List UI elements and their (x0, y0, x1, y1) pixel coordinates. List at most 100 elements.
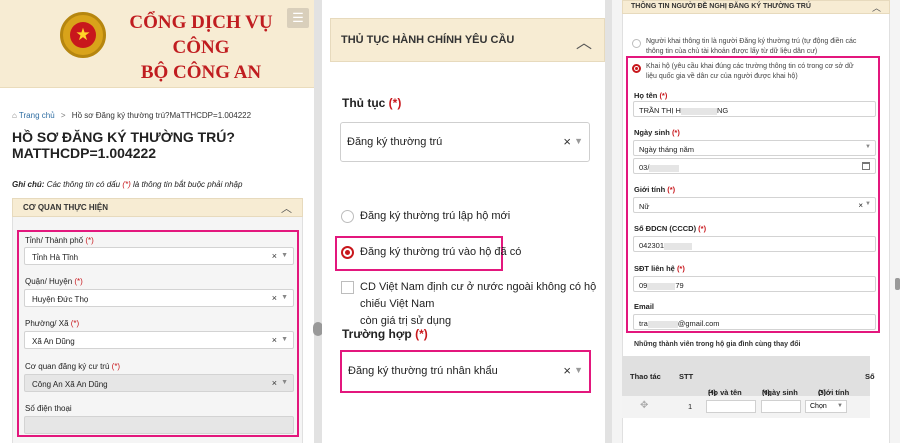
proxy-line1: Khai hộ (yêu cầu khai đúng các trường th… (646, 63, 854, 70)
overseas-checkbox[interactable] (341, 281, 354, 294)
chevron-down-icon[interactable]: ▼ (574, 136, 583, 146)
agency-section-title: CƠ QUAN THỰC HIỆN (23, 203, 109, 212)
office-value: Công An Xã An Dũng (32, 380, 108, 389)
agency-section-header[interactable]: CƠ QUAN THỰC HIỆN ︿ (12, 198, 303, 217)
breadcrumb: ⌂ Trang chủ > Hồ sơ Đăng ký thường trú?M… (12, 111, 251, 120)
required-note: Ghi chú: Các thông tin có dấu (*) là thô… (12, 180, 312, 189)
email-input[interactable]: tra @gmail.com (633, 314, 876, 330)
email-label: Email (634, 302, 655, 311)
clear-icon[interactable]: × (563, 363, 571, 378)
chevron-down-icon[interactable]: ▼ (574, 365, 583, 375)
applicant-section-title: THÔNG TIN NGƯỜI ĐỀ NGHỊ ĐĂNG KÝ THƯỜNG T… (631, 3, 811, 10)
police-emblem-icon: ★ (60, 12, 106, 58)
clear-icon[interactable]: × (272, 335, 277, 345)
agency-panel: ★ CỔNG DỊCH VỤ CÔNG BỘ CÔNG AN ☰ ⌂ Trang… (0, 0, 314, 443)
applicant-section-header[interactable]: THÔNG TIN NGƯỜI ĐỀ NGHỊ ĐĂNG KÝ THƯỜNG T… (622, 0, 890, 14)
contact-phone-value: 09 79 (639, 281, 684, 290)
chevron-down-icon[interactable]: ▼ (865, 144, 871, 150)
case-value: Đăng ký thường trú nhân khẩu (348, 365, 498, 377)
chevron-down-icon[interactable]: ▼ (865, 201, 871, 207)
clear-icon[interactable]: × (272, 293, 277, 303)
breadcrumb-home[interactable]: Trang chủ (19, 111, 55, 120)
chevron-down-icon[interactable]: ▼ (281, 336, 288, 343)
chevron-up-icon[interactable]: ︿ (576, 29, 592, 53)
clear-icon[interactable]: × (272, 378, 277, 388)
chevron-up-icon[interactable]: ︿ (872, 1, 881, 14)
phone-input[interactable] (24, 416, 294, 434)
gender-value: Nữ (639, 202, 650, 211)
office-select[interactable]: Công An Xã An Dũng × ▼ (24, 374, 294, 392)
col-more: Số (865, 372, 875, 381)
row-fullname-input[interactable] (706, 400, 756, 413)
note-prefix: Ghi chú: (12, 180, 45, 189)
case-select[interactable]: Đăng ký thường trú nhân khẩu × ▼ (342, 352, 589, 391)
contact-phone-input[interactable]: 09 79 (633, 276, 876, 292)
table-row: ✥ 1 Chọn ▼ (622, 396, 870, 418)
screenshot-collage: ★ CỔNG DỊCH VỤ CÔNG BỘ CÔNG AN ☰ ⌂ Trang… (0, 0, 900, 443)
site-title-line1: CỔNG DỊCH VỤ CÔNG (129, 12, 273, 58)
dob-label: Ngày sinh (*) (634, 128, 680, 137)
chevron-down-icon[interactable]: ▼ (281, 252, 288, 259)
office-label: Cơ quan đăng ký cư trú (*) (25, 362, 121, 371)
district-select[interactable]: Huyện Đức Thọ × ▼ (24, 289, 294, 307)
family-members-title: Những thành viên trong hộ gia đình cùng … (634, 341, 801, 348)
fullname-label: Họ tên (*) (634, 91, 668, 100)
gender-select[interactable]: Nữ × ▼ (633, 197, 876, 213)
province-value: Tỉnh Hà Tĩnh (32, 253, 79, 262)
clear-icon[interactable]: × (272, 251, 277, 261)
radio-self-declare[interactable] (632, 39, 641, 48)
applicant-panel: THÔNG TIN NGƯỜI ĐỀ NGHỊ ĐĂNG KÝ THƯỜNG T… (612, 0, 900, 443)
procedure-select[interactable]: Đăng ký thường trú × ▼ (340, 122, 590, 162)
procedure-label: Thủ tục (*) (342, 96, 402, 110)
dob-input[interactable]: 03/ (633, 158, 876, 174)
row-dob-input[interactable] (761, 400, 801, 413)
drag-handle-icon[interactable]: ✥ (640, 400, 648, 411)
ward-select[interactable]: Xã An Dũng × ▼ (24, 331, 294, 349)
overseas-line1: CD Việt Nam định cư ở nước ngoài không c… (360, 281, 597, 310)
panel-divider (314, 0, 322, 443)
email-value: tra @gmail.com (639, 319, 720, 328)
fullname-input[interactable]: TRẦN THỊ H NG (633, 101, 876, 117)
radio-existing-household[interactable] (341, 246, 354, 259)
chevron-down-icon[interactable]: ▼ (837, 403, 843, 409)
procedure-section-title: THỦ TỤC HÀNH CHÍNH YÊU CẦU (341, 34, 515, 46)
clear-icon[interactable]: × (858, 201, 863, 210)
case-label: Trường hợp (*) (342, 327, 428, 341)
province-select[interactable]: Tỉnh Hà Tĩnh × ▼ (24, 247, 294, 265)
note-mark: (*) (122, 180, 131, 189)
fullname-value: TRẦN THỊ H NG (639, 106, 729, 115)
home-icon[interactable]: ⌂ (12, 111, 17, 120)
radio-proxy-declare[interactable] (632, 64, 641, 73)
scrollbar-thumb[interactable] (895, 278, 900, 290)
note-suffix: là thông tin bắt buộc phải nhập (133, 180, 243, 189)
note-text: Các thông tin có dấu (46, 180, 121, 189)
ward-value: Xã An Dũng (32, 337, 75, 346)
dob-format-select[interactable]: Ngày tháng năm ▼ (633, 140, 876, 156)
phone-label: Số điện thoại (25, 404, 72, 413)
gender-label: Giới tính (*) (634, 185, 676, 194)
breadcrumb-current: Hồ sơ Đăng ký thường trú?MaTTHCDP=1.0042… (71, 111, 252, 120)
chevron-down-icon[interactable]: ▼ (281, 379, 288, 386)
row-gender-select[interactable]: Chọn ▼ (805, 400, 847, 413)
self-declare-label: Người khai thông tin là người Đăng ký th… (646, 37, 888, 57)
contact-phone-label: SĐT liên hệ (*) (634, 264, 685, 273)
district-label: Quận/ Huyện (*) (25, 277, 83, 286)
col-action: Thao tác (630, 372, 661, 381)
option-existing-household-label: Đăng ký thường trú vào hộ đã có (360, 246, 522, 258)
chevron-down-icon[interactable]: ▼ (281, 294, 288, 301)
radio-new-household[interactable] (341, 210, 354, 223)
row-stt: 1 (688, 402, 693, 411)
proxy-line2: liệu quốc gia về dân cư của người được k… (646, 73, 798, 80)
page-title: HỒ SƠ ĐĂNG KÝ THƯỜNG TRÚ? MATTHCDP=1.004… (12, 129, 235, 161)
procedure-section-header[interactable]: THỦ TỤC HÀNH CHÍNH YÊU CẦU ︿ (330, 18, 605, 62)
chevron-up-icon[interactable]: ︿ (281, 200, 292, 216)
family-table-header: Thao tác STT Họ và tên (*) Ngày sinh (*)… (622, 356, 875, 397)
row-gender-value: Chọn (810, 403, 827, 410)
site-title-line2: BỘ CÔNG AN (140, 62, 262, 83)
id-input[interactable]: 042301 (633, 236, 876, 252)
dob-value: 03/ (639, 163, 680, 172)
menu-icon[interactable]: ☰ (287, 8, 309, 28)
clear-icon[interactable]: × (563, 134, 571, 149)
overseas-checkbox-label: CD Việt Nam định cư ở nước ngoài không c… (360, 279, 600, 330)
calendar-icon[interactable] (862, 162, 870, 170)
